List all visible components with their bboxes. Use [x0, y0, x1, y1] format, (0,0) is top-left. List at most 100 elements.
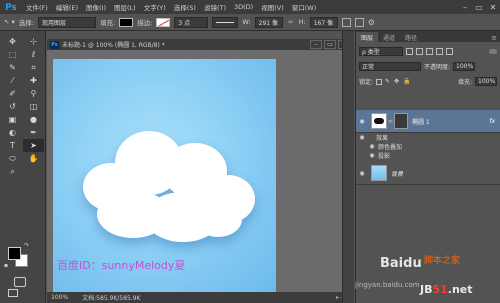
- layer-row[interactable]: ◉ ∞ 椭圆 1 fx: [356, 110, 500, 133]
- menu-select[interactable]: 选择(S): [170, 2, 200, 12]
- lock-transparency-icon[interactable]: [376, 78, 383, 85]
- lock-pixels-icon[interactable]: ✎: [385, 78, 391, 85]
- tool-preset-icon[interactable]: ↖ ▾: [4, 18, 15, 26]
- shape-filter-icon[interactable]: [436, 48, 443, 55]
- artboard-tool-icon[interactable]: ⊹: [23, 35, 44, 48]
- dodge-tool-icon[interactable]: ◐: [2, 126, 23, 139]
- swap-colors-icon[interactable]: ↷: [24, 242, 29, 249]
- close-icon[interactable]: ✕: [486, 1, 500, 13]
- healing-tool-icon[interactable]: ✚: [23, 74, 44, 87]
- fx-icon[interactable]: fx: [489, 118, 500, 125]
- menubar: Ps 文件(F) 编辑(E) 图像(I) 图层(L) 文字(Y) 选择(S) 滤…: [0, 0, 500, 14]
- h-label: H:: [298, 18, 306, 26]
- lock-all-icon[interactable]: 🔒: [403, 78, 410, 85]
- move-tool-icon[interactable]: ✥: [2, 35, 23, 48]
- smart-object-filter-icon[interactable]: [446, 48, 453, 55]
- opacity-field[interactable]: 100%: [453, 62, 476, 71]
- height-field[interactable]: 167 像: [309, 16, 338, 28]
- stroke-swatch[interactable]: [156, 17, 171, 27]
- menu-window[interactable]: 窗口(W): [288, 2, 321, 12]
- menu-3d[interactable]: 3D(D): [230, 3, 257, 11]
- stroke-type-dropdown[interactable]: [212, 16, 239, 28]
- menu-edit[interactable]: 编辑(E): [52, 2, 82, 12]
- effects-label: 效果: [376, 135, 389, 142]
- layer-filter-dropdown[interactable]: ρ 类型: [359, 47, 403, 56]
- effects-eye-icon[interactable]: ◉: [356, 134, 368, 141]
- blend-mode-dropdown[interactable]: 正常: [359, 62, 421, 71]
- zoom-level[interactable]: 100%: [51, 294, 68, 301]
- type-tool-icon[interactable]: T: [2, 139, 23, 152]
- options-bar: ↖ ▾ 选择: 现用图层 填充: 描边: 3 点 W: 291 像 ∞ H: 1…: [0, 14, 500, 31]
- marquee-tool-icon[interactable]: ⬚: [2, 48, 23, 61]
- lock-position-icon[interactable]: ✥: [394, 78, 400, 85]
- fill-swatch[interactable]: [119, 17, 134, 27]
- menu-view[interactable]: 视图(V): [257, 2, 288, 12]
- minimize-icon[interactable]: –: [458, 1, 472, 13]
- type-filter-icon[interactable]: [426, 48, 433, 55]
- tab-paths[interactable]: 路径: [400, 32, 422, 42]
- maximize-icon[interactable]: ▭: [472, 1, 486, 13]
- menu-layer[interactable]: 图层(L): [110, 2, 140, 12]
- stamp-tool-icon[interactable]: ⚲: [23, 87, 44, 100]
- vector-mask-thumbnail: [394, 113, 408, 129]
- eyedropper-tool-icon[interactable]: ⁄: [2, 74, 23, 87]
- photoshop-window: Ps 文件(F) 编辑(E) 图像(I) 图层(L) 文字(Y) 选择(S) 滤…: [0, 0, 500, 303]
- visibility-eye-icon[interactable]: ◉: [356, 118, 368, 125]
- select-dropdown[interactable]: 现用图层: [37, 16, 96, 28]
- path-operations-icon[interactable]: [341, 17, 351, 27]
- doc-maximize-icon[interactable]: ▭: [324, 40, 336, 49]
- effect-row-color-overlay[interactable]: ◉ 颜色叠加: [356, 142, 500, 151]
- filter-icons: [406, 48, 453, 55]
- crop-tool-icon[interactable]: ⌗: [23, 61, 44, 74]
- menu-image[interactable]: 图像(I): [82, 2, 110, 12]
- visibility-eye-icon[interactable]: ◉: [356, 170, 368, 177]
- adjustment-filter-icon[interactable]: [416, 48, 423, 55]
- pixel-filter-icon[interactable]: [406, 48, 413, 55]
- foreground-color[interactable]: [8, 247, 21, 260]
- doc-minimize-icon[interactable]: –: [310, 40, 322, 49]
- document-tab[interactable]: Ps 未标题-1 @ 100% (椭圆 1, RGB/8) * – ▭ ✕: [47, 39, 353, 50]
- lasso-tool-icon[interactable]: ℓ: [23, 48, 44, 61]
- filter-toggle[interactable]: [489, 49, 497, 54]
- quick-mask-icon[interactable]: [14, 277, 26, 287]
- color-overlay-eye-icon[interactable]: ◉: [366, 143, 378, 150]
- menu-type[interactable]: 文字(Y): [140, 2, 170, 12]
- path-select-tool-icon[interactable]: ➤: [23, 139, 44, 152]
- blur-tool-icon[interactable]: ●: [23, 113, 44, 126]
- canvas-area[interactable]: [47, 50, 353, 292]
- document-info[interactable]: 文档:585.9K/585.9K: [82, 293, 140, 302]
- width-field[interactable]: 291 像: [254, 16, 283, 28]
- tab-channels[interactable]: 通道: [378, 32, 400, 42]
- screen-mode-icon[interactable]: [8, 289, 18, 297]
- link-icon[interactable]: ∞: [287, 18, 295, 26]
- menu-file[interactable]: 文件(F): [22, 2, 52, 12]
- quick-select-tool-icon[interactable]: ✎: [2, 61, 23, 74]
- stroke-width-field[interactable]: 3 点: [174, 16, 209, 28]
- hand-tool-icon[interactable]: ✋: [23, 152, 44, 165]
- layer-name[interactable]: 椭圆 1: [412, 117, 430, 126]
- gear-icon[interactable]: ⚙: [368, 18, 375, 27]
- jb51-part-b: 51: [432, 283, 448, 296]
- layer-row[interactable]: ◉ 背景: [356, 162, 500, 185]
- history-brush-icon[interactable]: ↺: [2, 100, 23, 113]
- brush-tool-icon[interactable]: ✐: [2, 87, 23, 100]
- panel-menu-icon[interactable]: ≡: [491, 34, 500, 42]
- layers-list: ◉ ∞ 椭圆 1 fx ◉ 效果 ◉ 颜色叠加 ◉ 投影 ◉ 背景: [356, 110, 500, 185]
- drop-shadow-label: 投影: [378, 153, 391, 160]
- layer-name[interactable]: 背景: [391, 169, 403, 178]
- layer-thumbnail: [371, 165, 387, 181]
- menu-filter[interactable]: 滤镜(T): [200, 2, 230, 12]
- fill-label: 填充:: [457, 79, 472, 86]
- default-colors-icon[interactable]: ▪: [4, 262, 8, 269]
- effect-row-drop-shadow[interactable]: ◉ 投影: [356, 151, 500, 160]
- drop-shadow-eye-icon[interactable]: ◉: [366, 152, 378, 159]
- pen-tool-icon[interactable]: ✒: [23, 126, 44, 139]
- eraser-tool-icon[interactable]: ◫: [23, 100, 44, 113]
- path-alignment-icon[interactable]: [354, 17, 364, 27]
- zoom-tool-icon[interactable]: ⌕: [2, 165, 23, 178]
- ellipse-tool-icon[interactable]: ⬭: [2, 152, 23, 165]
- effects-row[interactable]: ◉ 效果: [356, 133, 500, 142]
- tab-layers[interactable]: 图层: [356, 32, 379, 42]
- gradient-tool-icon[interactable]: ▣: [2, 113, 23, 126]
- fill-field[interactable]: 100%: [475, 77, 497, 86]
